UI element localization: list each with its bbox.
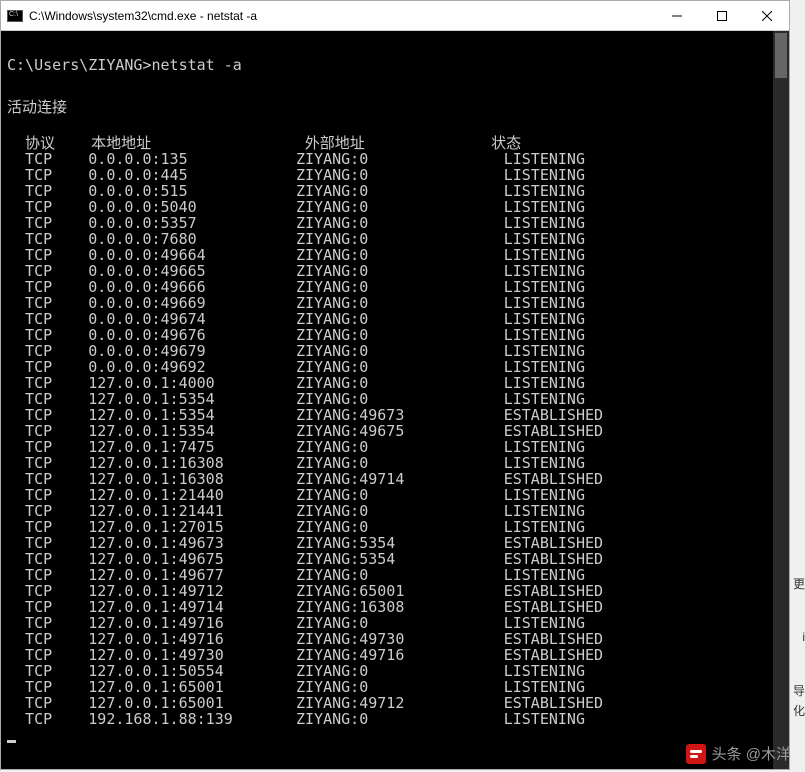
- table-row: TCP 0.0.0.0:445 ZIYANG:0 LISTENING: [7, 167, 783, 183]
- table-row: TCP 127.0.0.1:21441 ZIYANG:0 LISTENING: [7, 503, 783, 519]
- table-row: TCP 127.0.0.1:49675 ZIYANG:5354 ESTABLIS…: [7, 551, 783, 567]
- table-row: TCP 127.0.0.1:49716 ZIYANG:49730 ESTABLI…: [7, 631, 783, 647]
- table-row: TCP 0.0.0.0:49669 ZIYANG:0 LISTENING: [7, 295, 783, 311]
- table-row: TCP 127.0.0.1:49677 ZIYANG:0 LISTENING: [7, 567, 783, 583]
- watermark: 头条 @木洋: [686, 743, 791, 764]
- titlebar[interactable]: C:\Windows\system32\cmd.exe - netstat -a: [1, 1, 789, 31]
- table-row: TCP 127.0.0.1:5354 ZIYANG:49675 ESTABLIS…: [7, 423, 783, 439]
- terminal-area[interactable]: C:\Users\ZIYANG>netstat -a 活动连接 协议 本地地址 …: [1, 31, 789, 769]
- table-row: TCP 127.0.0.1:50554 ZIYANG:0 LISTENING: [7, 663, 783, 679]
- connection-rows: TCP 0.0.0.0:135 ZIYANG:0 LISTENING TCP 0…: [7, 151, 783, 727]
- table-row: TCP 127.0.0.1:4000 ZIYANG:0 LISTENING: [7, 375, 783, 391]
- prompt-line: C:\Users\ZIYANG>netstat -a: [7, 57, 783, 73]
- maximize-icon: [717, 11, 727, 21]
- prompt: C:\Users\ZIYANG>: [7, 56, 152, 74]
- watermark-text: 头条 @木洋: [712, 743, 791, 764]
- table-row: TCP 0.0.0.0:5040 ZIYANG:0 LISTENING: [7, 199, 783, 215]
- table-row: TCP 0.0.0.0:49692 ZIYANG:0 LISTENING: [7, 359, 783, 375]
- table-row: TCP 0.0.0.0:49679 ZIYANG:0 LISTENING: [7, 343, 783, 359]
- table-row: TCP 127.0.0.1:21440 ZIYANG:0 LISTENING: [7, 487, 783, 503]
- table-row: TCP 127.0.0.1:65001 ZIYANG:49712 ESTABLI…: [7, 695, 783, 711]
- scrollbar[interactable]: [773, 31, 789, 769]
- scrollbar-thumb[interactable]: [775, 33, 787, 78]
- table-row: TCP 127.0.0.1:49730 ZIYANG:49716 ESTABLI…: [7, 647, 783, 663]
- cmd-window: C:\Windows\system32\cmd.exe - netstat -a…: [0, 0, 790, 770]
- table-row: TCP 127.0.0.1:49714 ZIYANG:16308 ESTABLI…: [7, 599, 783, 615]
- table-row: TCP 127.0.0.1:16308 ZIYANG:0 LISTENING: [7, 455, 783, 471]
- minimize-button[interactable]: [654, 1, 699, 30]
- maximize-button[interactable]: [699, 1, 744, 30]
- window-title: C:\Windows\system32\cmd.exe - netstat -a: [29, 9, 654, 23]
- toutiao-icon: [686, 744, 706, 764]
- table-row: TCP 0.0.0.0:515 ZIYANG:0 LISTENING: [7, 183, 783, 199]
- table-row: TCP 127.0.0.1:49712 ZIYANG:65001 ESTABLI…: [7, 583, 783, 599]
- close-button[interactable]: [744, 1, 789, 30]
- column-headers: 协议 本地地址 外部地址 状态: [7, 135, 783, 151]
- minimize-icon: [672, 11, 682, 21]
- table-row: TCP 127.0.0.1:49673 ZIYANG:5354 ESTABLIS…: [7, 535, 783, 551]
- table-row: TCP 0.0.0.0:49665 ZIYANG:0 LISTENING: [7, 263, 783, 279]
- section-title: 活动连接: [7, 99, 783, 115]
- command: netstat -a: [152, 56, 242, 74]
- table-row: TCP 0.0.0.0:49666 ZIYANG:0 LISTENING: [7, 279, 783, 295]
- table-row: TCP 0.0.0.0:7680 ZIYANG:0 LISTENING: [7, 231, 783, 247]
- table-row: TCP 127.0.0.1:27015 ZIYANG:0 LISTENING: [7, 519, 783, 535]
- cursor: [7, 740, 16, 743]
- table-row: TCP 127.0.0.1:5354 ZIYANG:49673 ESTABLIS…: [7, 407, 783, 423]
- table-row: TCP 0.0.0.0:49676 ZIYANG:0 LISTENING: [7, 327, 783, 343]
- table-row: TCP 0.0.0.0:49664 ZIYANG:0 LISTENING: [7, 247, 783, 263]
- table-row: TCP 127.0.0.1:65001 ZIYANG:0 LISTENING: [7, 679, 783, 695]
- edge-text: 更: [793, 575, 805, 592]
- edge-text: 化: [793, 702, 805, 719]
- cmd-icon: [7, 10, 23, 22]
- table-row: TCP 127.0.0.1:49716 ZIYANG:0 LISTENING: [7, 615, 783, 631]
- table-row: TCP 127.0.0.1:7475 ZIYANG:0 LISTENING: [7, 439, 783, 455]
- table-row: TCP 127.0.0.1:16308 ZIYANG:49714 ESTABLI…: [7, 471, 783, 487]
- edge-text: 导: [793, 682, 805, 699]
- table-row: TCP 0.0.0.0:49674 ZIYANG:0 LISTENING: [7, 311, 783, 327]
- table-row: TCP 192.168.1.88:139 ZIYANG:0 LISTENING: [7, 711, 783, 727]
- close-icon: [762, 11, 772, 21]
- table-row: TCP 0.0.0.0:5357 ZIYANG:0 LISTENING: [7, 215, 783, 231]
- table-row: TCP 0.0.0.0:135 ZIYANG:0 LISTENING: [7, 151, 783, 167]
- table-row: TCP 127.0.0.1:5354 ZIYANG:0 LISTENING: [7, 391, 783, 407]
- window-controls: [654, 1, 789, 30]
